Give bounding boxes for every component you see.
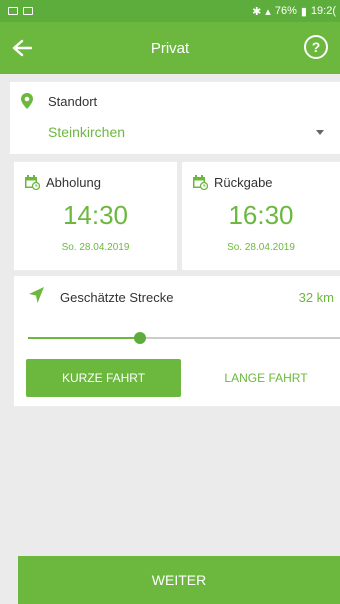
navigation-arrow-icon — [29, 287, 44, 303]
slider-thumb[interactable] — [134, 332, 147, 344]
distance-card: Geschätzte Strecke 32 km KURZE FAHRT LAN… — [14, 276, 340, 406]
signal-icon: ▴ — [265, 5, 271, 18]
dropdown-caret-icon[interactable] — [316, 130, 324, 135]
return-time: 16:30 — [228, 200, 294, 230]
status-bar: ✱ ▴ 76% ▮ 19:2( — [0, 0, 340, 22]
distance-slider[interactable] — [28, 332, 340, 344]
return-card[interactable]: Rückgabe 16:30 So. 28.04.2019 — [182, 162, 340, 270]
pickup-card[interactable]: Abholung 14:30 So. 28.04.2019 — [14, 162, 177, 270]
return-date: So. 28.04.2019 — [227, 242, 295, 253]
location-card[interactable]: Standort Steinkirchen — [10, 82, 340, 154]
back-arrow-icon — [12, 39, 32, 57]
slider-fill — [28, 337, 141, 339]
distance-label: Geschätzte Strecke — [60, 290, 174, 305]
calendar-icon — [193, 175, 208, 190]
return-label: Rückgabe — [214, 174, 273, 190]
location-pin-icon — [21, 93, 33, 109]
back-button[interactable] — [8, 34, 36, 62]
image-notification-icon — [8, 7, 18, 15]
pickup-time: 14:30 — [62, 200, 129, 230]
long-trip-button[interactable]: LANGE FAHRT — [196, 359, 336, 397]
distance-value: 32 km — [298, 290, 334, 305]
help-button[interactable]: ? — [304, 35, 328, 59]
pickup-date: So. 28.04.2019 — [61, 242, 130, 253]
clock: 19:2( — [310, 5, 336, 17]
page-title: Privat — [150, 39, 190, 57]
location-select[interactable]: Steinkirchen — [48, 124, 125, 140]
short-trip-button[interactable]: KURZE FAHRT — [26, 359, 181, 397]
pickup-header: Abholung — [24, 174, 101, 190]
status-right: ✱ ▴ 76% ▮ 19:2( — [252, 5, 336, 18]
location-label: Standort — [48, 94, 98, 109]
notification-icons — [8, 7, 33, 15]
mail-notification-icon — [23, 7, 33, 15]
return-header: Rückgabe — [192, 174, 273, 190]
battery-icon: ▮ — [300, 5, 307, 18]
help-icon: ? — [311, 39, 321, 55]
next-button[interactable]: WEITER — [18, 556, 340, 604]
app-bar: Privat ? — [0, 22, 340, 74]
battery-percent: 76% — [274, 5, 297, 17]
pickup-label: Abholung — [46, 174, 101, 190]
bluetooth-icon: ✱ — [252, 5, 262, 18]
calendar-icon — [25, 175, 40, 190]
